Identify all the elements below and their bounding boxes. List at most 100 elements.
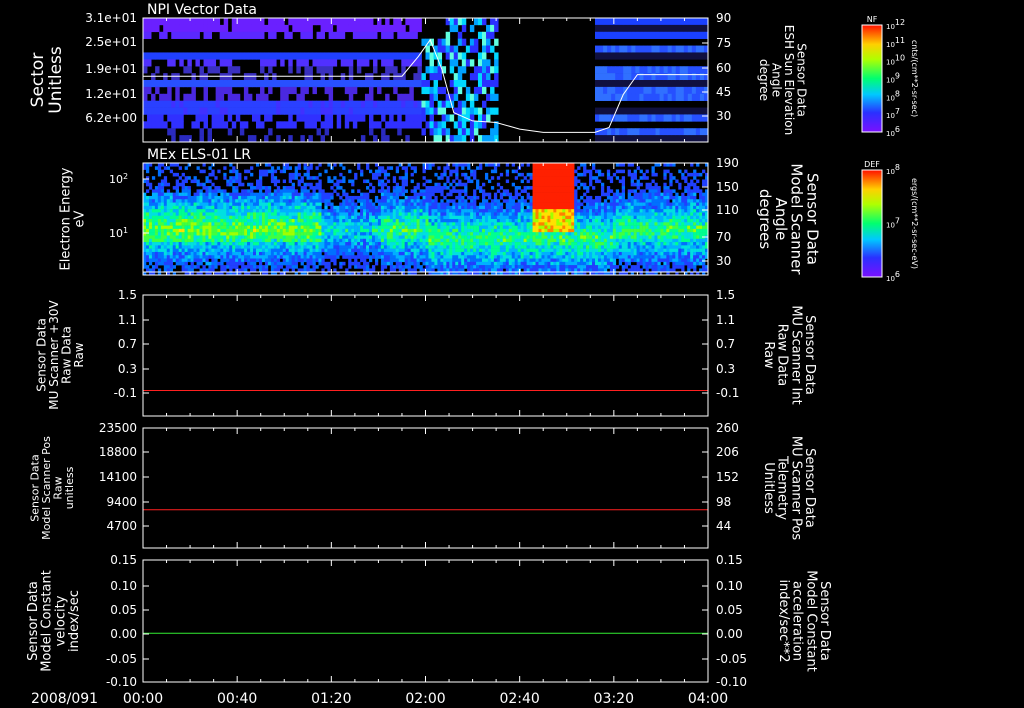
time-tick-label: 01:20: [311, 691, 351, 707]
npi-colorbar-tick: 106: [886, 125, 900, 138]
panel-5-left-tick-label: -0.10: [106, 675, 137, 689]
panel-3-right-label: Sensor DataMU Scanner IntRaw DataRaw: [761, 305, 817, 404]
panel-3-right-tick-label: -0.1: [716, 386, 739, 400]
npi-colorbar-units-text: cnts/(cm**2-sr-sec): [910, 40, 919, 117]
panel-5-right-tick-label: 0.05: [716, 603, 743, 617]
npi-colorbar-units: cnts/(cm**2-sr-sec): [910, 40, 919, 117]
time-tick-label: 00:00: [123, 691, 163, 707]
time-tick-label: 04:00: [688, 691, 728, 707]
npi-colorbar-tick: 1011: [886, 36, 905, 49]
panel-5-right-tick-label: 0.00: [716, 627, 743, 641]
panel-1-right-label: Sensor DataESH Sun ElevationAngledegree: [757, 25, 809, 135]
panel-3-right-tick-label: 0.7: [716, 337, 735, 351]
panel-4-right-tick-label: 206: [716, 445, 739, 459]
panel-5-right-tick-label: 0.15: [716, 553, 743, 567]
panel-4-left-tick-label: 9400: [106, 495, 137, 509]
elevation-tick-label: 75: [716, 36, 731, 50]
sector-tick-label: 1.9e+01: [85, 62, 137, 76]
npi-colorbar: [861, 24, 883, 133]
panel-4-left-tick-label: 14100: [99, 470, 137, 484]
panel-4-right-tick-label: 260: [716, 421, 739, 435]
panel-3-right-tick-label: 0.3: [716, 362, 735, 376]
time-tick-label: 02:40: [499, 691, 539, 707]
panel-5-left-tick-label: 0.10: [110, 579, 137, 593]
elevation-tick-label: 30: [716, 109, 731, 123]
panel-5-frame: [142, 559, 709, 683]
els-colorbar-title: DEF: [864, 160, 880, 169]
panel-3-right-tick-label: 1.5: [716, 288, 735, 302]
npi-colorbar-tick: 107: [886, 107, 900, 120]
panel-1-right-label-line: degree: [757, 59, 771, 101]
panel-3-right-tick-label: 1.1: [716, 313, 735, 327]
panel-5-right-tick-label: -0.10: [716, 675, 747, 689]
time-tick-label: 02:00: [405, 691, 445, 707]
panel-3-left-tick-label: 0.3: [118, 362, 137, 376]
panel-4-right-tick-label: 44: [716, 519, 731, 533]
panel-4-right-tick-label: 98: [716, 495, 731, 509]
panel-4-ylabel: Sensor DataModel Scanner PosRawunitless: [29, 436, 77, 540]
panel-3-ylabel-line: Raw: [72, 342, 86, 367]
panel-5-left-tick-label: 0.05: [110, 603, 137, 617]
panel-4-right-label: Sensor DataMU Scanner PosTelemetryUnitle…: [761, 436, 817, 541]
panel-3-left-tick-label: 1.1: [118, 313, 137, 327]
scanner-angle-tick-label: 70: [716, 230, 731, 244]
date-label: 2008/091: [31, 691, 98, 707]
els-colorbar-units-text: ergs/(cm**2-sr-sec-eV): [910, 178, 919, 269]
panel-5-right-label-line: index/sec**2: [776, 579, 791, 662]
panel-2-right-label-line: degrees: [756, 189, 774, 250]
panel-5-ylabel: Sensor DataModel Constantvelocityindex/s…: [26, 570, 82, 672]
panel-3-frame: [142, 294, 709, 417]
panel-4-frame: [142, 427, 709, 549]
sector-tick-label: 3.1e+01: [85, 11, 137, 25]
panel-3-left-tick-label: -0.1: [114, 386, 137, 400]
panel-3-left-tick-label: 0.7: [118, 337, 137, 351]
panel-4-left-tick-label: 18800: [99, 445, 137, 459]
panel-1-ylabel: SectorUnitless: [28, 46, 66, 114]
panel-5-left-tick-label: 0.15: [110, 553, 137, 567]
multi-panel-chart: 3.1e+01 2.5e+01 1.9e+01 1.2e+01 6.2e+00 90 75 6…: [26, 2, 919, 707]
panel-3-right-label-line: Raw: [761, 341, 776, 369]
panel-3-ylabel: Sensor DataMU Scanner +30VRaw DataRaw: [34, 300, 86, 410]
panel-4-right-label-line: Unitless: [761, 462, 776, 514]
panel-5-ylabel-line: index/sec: [67, 590, 82, 652]
panel-2-ylabel: Electron EnergyeV: [59, 167, 88, 270]
els-colorbar-tick: 106: [886, 270, 900, 283]
panel-4-left-tick-label: 23500: [99, 421, 137, 435]
scanner-angle-tick-label: 190: [716, 156, 739, 170]
npi-heatmap-cells: [143, 18, 709, 143]
panel-5-right-label: Sensor DataModel Constantaccelerationind…: [776, 570, 832, 672]
panel-5-left-tick-label: -0.05: [106, 652, 137, 666]
energy-tick-label: 101: [109, 226, 128, 240]
panel-2-right-label: Sensor DataModel ScannerAngledegrees: [756, 163, 821, 275]
energy-tick-label: 102: [109, 172, 128, 186]
panel-5-right-tick-label: -0.05: [716, 652, 747, 666]
npi-colorbar-tick: 109: [886, 72, 900, 85]
npi-colorbar-title: NF: [867, 15, 878, 24]
panel-1-ylabel-line: Unitless: [46, 46, 66, 114]
time-tick-label: 03:20: [594, 691, 634, 707]
panel-3-left-tick-label: 1.5: [118, 288, 137, 302]
panel-5-right-tick-label: 0.10: [716, 579, 743, 593]
els-colorbar: [861, 169, 883, 278]
panel-5-left-tick-label: 0.00: [110, 627, 137, 641]
scanner-angle-tick-label: 150: [716, 180, 739, 194]
scanner-angle-tick-label: 110: [716, 203, 739, 217]
els-heatmap-cells: [143, 163, 709, 276]
elevation-tick-label: 60: [716, 61, 731, 75]
panel-2-ylabel-line: eV: [72, 210, 87, 227]
els-colorbar-tick: 108: [886, 163, 900, 176]
scanner-angle-tick-label: 30: [716, 254, 731, 268]
els-colorbar-units: ergs/(cm**2-sr-sec-eV): [910, 178, 919, 269]
els-colorbar-tick: 107: [886, 217, 900, 230]
sector-tick-label: 6.2e+00: [85, 111, 137, 125]
npi-panel-title: NPI Vector Data: [147, 2, 257, 18]
time-tick-label: 00:40: [217, 691, 257, 707]
els-panel-title: MEx ELS-01 LR: [147, 147, 251, 163]
npi-colorbar-tick: 1010: [886, 54, 905, 67]
elevation-tick-label: 90: [716, 11, 731, 25]
panel-4-left-tick-label: 4700: [106, 519, 137, 533]
panel-4-ylabel-line: unitless: [63, 466, 76, 509]
elevation-tick-label: 45: [716, 85, 731, 99]
sector-tick-label: 2.5e+01: [85, 35, 137, 49]
panel-4-right-tick-label: 152: [716, 470, 739, 484]
